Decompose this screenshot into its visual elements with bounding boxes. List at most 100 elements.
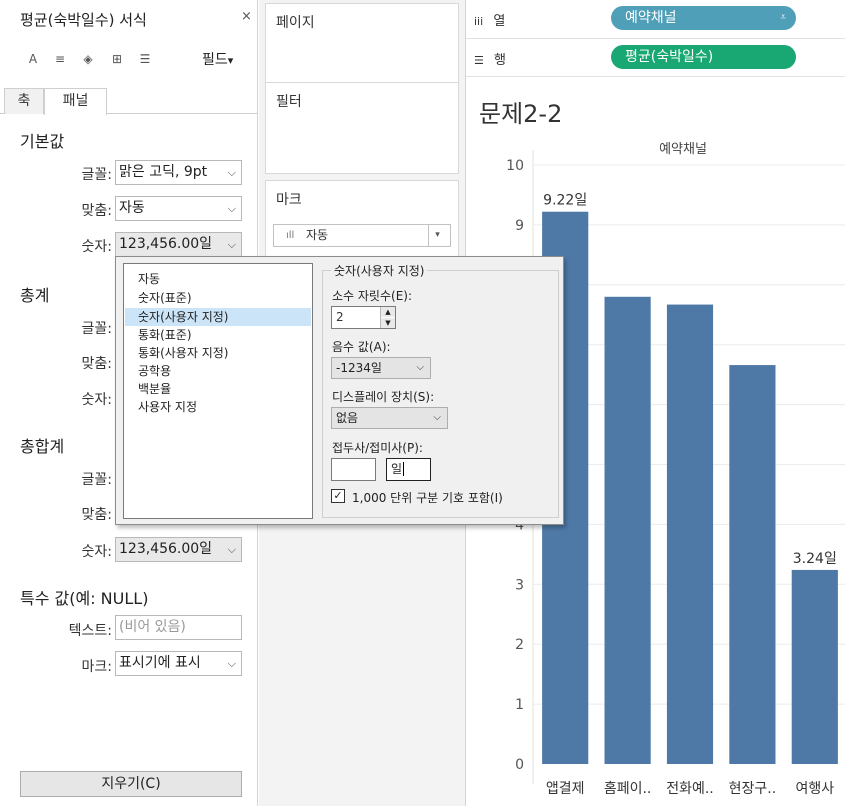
totals-section-heading: 총계: [20, 286, 50, 305]
display-units-dropdown[interactable]: 없음 ⌵: [331, 407, 448, 429]
format-option[interactable]: 숫자(표준): [125, 289, 311, 307]
sort-icon[interactable]: ⩡: [780, 6, 786, 30]
rows-label: 행: [494, 53, 506, 68]
format-option[interactable]: 공학용: [125, 362, 311, 380]
chevron-down-icon: ⌵: [227, 202, 236, 215]
x-category-label: 앱결제: [546, 781, 585, 797]
format-option[interactable]: 백분율: [125, 380, 311, 398]
bar[interactable]: [791, 569, 838, 764]
tab-row: 축 패널: [0, 88, 258, 115]
dropdown-value: -1234일: [336, 361, 382, 375]
marks-card: 마크: [265, 180, 459, 260]
bar-chart-icon: ıll: [286, 230, 295, 241]
bar[interactable]: [729, 365, 776, 764]
tab-pane[interactable]: 패널: [44, 88, 107, 115]
stepper-arrows: ▲ ▼: [380, 307, 395, 328]
totals-font-label: 글꼴:: [81, 321, 112, 337]
dropdown-value: 표시기에 표시: [119, 655, 201, 671]
prefix-input[interactable]: [331, 458, 376, 481]
number-format-popup: 자동 숫자(표준) 숫자(사용자 지정) 통화(표준) 통화(사용자 지정) 공…: [115, 256, 564, 525]
spin-up-icon[interactable]: ▲: [381, 307, 395, 317]
bar[interactable]: [604, 296, 651, 764]
format-option-selected[interactable]: 숫자(사용자 지정): [125, 308, 311, 326]
negative-values-dropdown[interactable]: -1234일 ⌵: [331, 357, 431, 379]
dropdown-value: 자동: [119, 200, 145, 216]
decimal-places-stepper[interactable]: 2 ▲ ▼: [331, 306, 396, 329]
default-number-dropdown[interactable]: 123,456.00일 ⌵: [115, 232, 242, 257]
grand-totals-section-heading: 총합계: [20, 437, 65, 456]
format-option[interactable]: 통화(사용자 지정): [125, 344, 311, 362]
text-cursor: [403, 462, 405, 476]
default-font-dropdown[interactable]: 맑은 고딕, 9pt ⌵: [115, 160, 242, 185]
special-text-input[interactable]: (비어 있음): [115, 615, 242, 640]
format-option[interactable]: 통화(표준): [125, 326, 311, 344]
grand-font-label: 글꼴:: [81, 472, 112, 488]
dropdown-value: 맑은 고딕, 9pt: [119, 164, 208, 180]
y-tick-label: 9: [515, 218, 524, 234]
alignment-icon[interactable]: ≡: [53, 52, 67, 66]
shelf-divider: [466, 76, 845, 77]
prefix-suffix-label: 접두사/접미사(P):: [332, 441, 423, 455]
chevron-down-icon: ⌵: [227, 657, 236, 670]
pane-title: 평균(숙박일수) 서식: [20, 11, 147, 29]
format-option[interactable]: 자동: [125, 270, 311, 288]
suffix-input[interactable]: 일: [386, 458, 431, 481]
chevron-down-icon: ⌵: [227, 543, 236, 556]
chevron-down-icon: ▾: [428, 225, 446, 246]
chevron-down-icon: ⌵: [227, 238, 236, 251]
chevron-down-icon: ⌵: [416, 362, 424, 373]
x-category-label: 홈페이..: [604, 781, 652, 797]
align-label: 맞춤:: [81, 203, 112, 219]
tab-axis[interactable]: 축: [4, 88, 44, 114]
text-label: 텍스트:: [68, 623, 112, 639]
font-label: 글꼴:: [81, 167, 112, 183]
x-category-label: 여행사: [795, 781, 834, 797]
totals-align-label: 맞춤:: [81, 356, 112, 372]
lines-icon[interactable]: ☰: [138, 52, 152, 66]
special-marks-dropdown[interactable]: 표시기에 표시 ⌵: [115, 651, 242, 676]
grand-number-dropdown[interactable]: 123,456.00일 ⌵: [115, 537, 242, 562]
rows-pill[interactable]: 평균(숙박일수): [611, 45, 796, 69]
stepper-value: 2: [336, 310, 344, 324]
bar[interactable]: [666, 304, 714, 764]
number-label: 숫자:: [81, 239, 112, 255]
marks-label: 마크:: [81, 659, 112, 675]
thousands-separator-label: 1,000 단위 구분 기호 포함(I): [352, 491, 503, 505]
default-section-heading: 기본값: [20, 132, 65, 151]
close-icon[interactable]: ×: [241, 9, 252, 24]
pages-shelf[interactable]: 페이지: [265, 3, 459, 84]
y-tick-label: 2: [515, 637, 524, 653]
columns-pill[interactable]: 예약채널 ⩡: [611, 6, 796, 30]
mark-type-value: 자동: [306, 228, 329, 242]
rows-icon: ☰: [474, 54, 484, 67]
special-values-heading: 특수 값(예: NULL): [20, 589, 149, 608]
dropdown-value: 없음: [336, 411, 359, 425]
dropdown-value: 123,456.00일: [119, 541, 213, 557]
filters-shelf[interactable]: 필터: [265, 82, 459, 174]
grand-align-label: 맞춤:: [81, 507, 112, 523]
clear-button[interactable]: 지우기(C): [20, 771, 242, 797]
rows-pill-label: 평균(숙박일수): [625, 49, 714, 65]
y-tick-label: 1: [515, 697, 524, 713]
shading-icon[interactable]: ◈: [81, 52, 95, 66]
format-option[interactable]: 사용자 지정: [125, 398, 311, 416]
display-units-label: 디스플레이 장치(S):: [332, 390, 435, 404]
columns-icon: iii: [474, 15, 484, 28]
x-category-label: 현장구..: [729, 781, 777, 797]
thousands-separator-checkbox[interactable]: ✓: [331, 489, 345, 503]
borders-icon[interactable]: ⊞: [110, 52, 124, 66]
x-category-label: 전화예..: [666, 781, 714, 797]
fields-menu-button[interactable]: 필드▾: [202, 49, 233, 69]
spin-down-icon[interactable]: ▼: [381, 318, 395, 328]
default-align-dropdown[interactable]: 자동 ⌵: [115, 196, 242, 221]
mark-type-dropdown[interactable]: ıll 자동 ▾: [273, 224, 451, 247]
font-icon[interactable]: A: [26, 52, 40, 66]
decimal-places-label: 소수 자릿수(E):: [332, 289, 413, 303]
format-type-list[interactable]: 자동 숫자(표준) 숫자(사용자 지정) 통화(표준) 통화(사용자 지정) 공…: [123, 263, 313, 519]
shelf-divider: [466, 38, 845, 39]
pages-title: 페이지: [276, 15, 315, 31]
columns-label: 열: [493, 14, 506, 29]
chart-title: 문제2-2: [479, 100, 563, 128]
y-tick-label: 0: [515, 757, 524, 773]
suffix-value: 일: [391, 462, 403, 476]
